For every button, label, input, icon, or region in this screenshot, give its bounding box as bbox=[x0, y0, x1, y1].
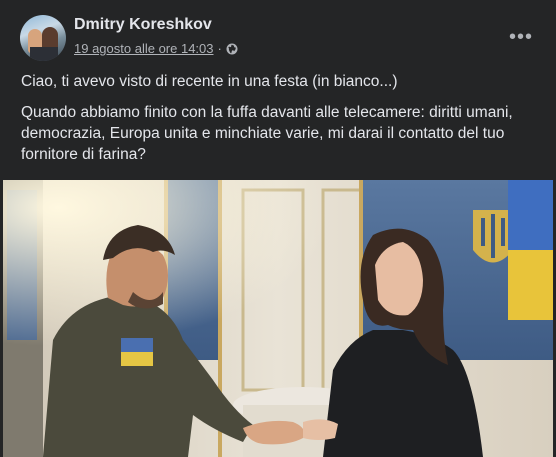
meta-separator: · bbox=[217, 41, 222, 56]
facebook-post: Dmitry Koreshkov 19 agosto alle ore 14:0… bbox=[0, 0, 556, 457]
photo-illustration bbox=[3, 180, 553, 457]
post-timestamp[interactable]: 19 agosto alle ore 14:03 bbox=[74, 41, 214, 56]
globe-icon[interactable] bbox=[226, 43, 238, 55]
post-meta: 19 agosto alle ore 14:03 · bbox=[74, 41, 238, 56]
post-paragraph-1: Ciao, ti avevo visto di recente in una f… bbox=[21, 73, 398, 90]
more-options-icon[interactable]: ••• bbox=[506, 22, 536, 52]
post-header: Dmitry Koreshkov 19 agosto alle ore 14:0… bbox=[0, 0, 556, 68]
author-name[interactable]: Dmitry Koreshkov bbox=[74, 16, 212, 34]
post-photo[interactable] bbox=[3, 180, 553, 457]
post-paragraph-2: Quando abbiamo finito con la fuffa davan… bbox=[21, 104, 513, 163]
author-avatar[interactable] bbox=[20, 15, 66, 61]
post-text: Ciao, ti avevo visto di recente in una f… bbox=[21, 71, 541, 175]
